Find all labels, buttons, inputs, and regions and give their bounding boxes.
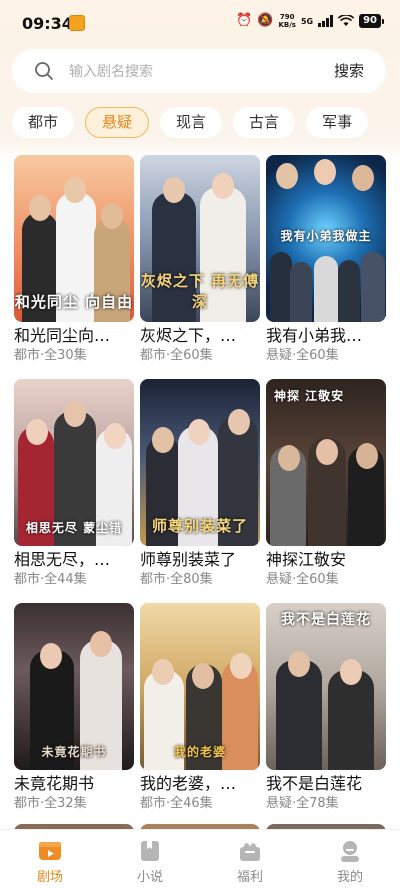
drama-card[interactable]: 我的老婆 我的老婆，… 都市·全46集 bbox=[140, 603, 260, 813]
tab-xuanyi[interactable]: 悬疑 bbox=[85, 107, 150, 138]
tab-junshi[interactable]: 军事 bbox=[306, 107, 369, 138]
nav-label: 我的 bbox=[336, 870, 363, 885]
mute-icon: 🔕 bbox=[257, 13, 274, 28]
drama-poster[interactable]: 神探 江敬安 bbox=[266, 379, 386, 546]
theater-icon bbox=[39, 842, 61, 860]
search-button[interactable]: 搜索 bbox=[334, 49, 364, 93]
status-time: 09:34 bbox=[22, 14, 73, 33]
alarm-icon: ⏰ bbox=[236, 13, 253, 28]
poster-title: 师尊别装菜了 bbox=[151, 517, 248, 535]
drama-card[interactable]: 我有小弟我做主 我有小弟我… 悬疑·全60集 bbox=[266, 155, 386, 365]
wifi-icon bbox=[338, 15, 355, 26]
nav-label: 福利 bbox=[236, 870, 263, 885]
network-type: 5G bbox=[300, 16, 314, 26]
nav-label: 小说 bbox=[136, 870, 163, 885]
drama-title: 我不是白莲花 bbox=[266, 774, 363, 793]
status-bar: 09:34 ⏰ 🔕 790 KB/s 5G 90 bbox=[0, 0, 400, 44]
drama-meta: 都市·全30集 bbox=[14, 348, 87, 363]
drama-meta: 悬疑·全60集 bbox=[266, 572, 339, 587]
search-bar[interactable]: 搜索 bbox=[12, 49, 386, 95]
drama-title: 神探江敬安 bbox=[266, 550, 347, 569]
drama-title: 未竟花期书 bbox=[14, 774, 95, 793]
drama-poster[interactable]: 未竟花期书 bbox=[14, 603, 134, 770]
drama-card[interactable]: 神探 江敬安 神探江敬安 悬疑·全60集 bbox=[266, 379, 386, 589]
poster-title: 灰烬之下 再无傅深 bbox=[140, 272, 260, 311]
drama-card[interactable]: 师尊别装菜了 师尊别装菜了 都市·全80集 bbox=[140, 379, 260, 589]
tab-dushi[interactable]: 都市 bbox=[12, 107, 75, 138]
nav-item-theater[interactable]: 剧场 bbox=[0, 830, 100, 889]
tab-xianyan[interactable]: 现言 bbox=[160, 107, 223, 138]
poster-title: 神探 江敬安 bbox=[274, 389, 345, 403]
signal-icon bbox=[318, 15, 334, 27]
nav-item-profile[interactable]: 我的 bbox=[300, 830, 400, 889]
poster-title: 我不是白莲花 bbox=[281, 612, 371, 628]
tab-guyan[interactable]: 古言 bbox=[233, 107, 296, 138]
drama-poster[interactable]: 相思无尽 蒙尘错 bbox=[14, 379, 134, 546]
poster-title: 我的老婆 bbox=[173, 745, 226, 759]
drama-card[interactable]: 我不是白莲花 我不是白莲花 悬疑·全78集 bbox=[266, 603, 386, 813]
drama-title: 相思无尽，… bbox=[14, 550, 111, 569]
poster-title: 我有小弟我做主 bbox=[280, 229, 372, 243]
drama-title: 师尊别装菜了 bbox=[140, 550, 237, 569]
nav-item-welfare[interactable]: 福利 bbox=[200, 830, 300, 889]
net-speed: 790 KB/s bbox=[278, 13, 296, 29]
drama-title: 和光同尘向… bbox=[14, 326, 111, 345]
poster-title: 和光同尘 向自由 bbox=[14, 293, 134, 311]
drama-meta: 都市·全46集 bbox=[140, 796, 213, 811]
poster-title: 未竟花期书 bbox=[41, 745, 107, 759]
drama-poster[interactable]: 师尊别装菜了 bbox=[140, 379, 260, 546]
gift-icon bbox=[240, 843, 260, 861]
nav-item-novel[interactable]: 小说 bbox=[100, 830, 200, 889]
search-icon bbox=[35, 62, 53, 80]
battery-icon: 90 bbox=[359, 14, 384, 28]
drama-card[interactable]: 未竟花期书 未竟花期书 都市·全32集 bbox=[14, 603, 134, 813]
drama-title: 灰烬之下，… bbox=[140, 326, 237, 345]
drama-title: 我的老婆，… bbox=[140, 774, 237, 793]
search-input[interactable] bbox=[67, 49, 321, 95]
drama-poster[interactable]: 和光同尘 向自由 bbox=[14, 155, 134, 322]
drama-poster[interactable]: 我不是白莲花 bbox=[266, 603, 386, 770]
drama-poster[interactable]: 我的老婆 bbox=[140, 603, 260, 770]
poster-title: 相思无尽 蒙尘错 bbox=[25, 521, 123, 535]
app-notification-icon bbox=[69, 15, 85, 31]
drama-meta: 悬疑·全60集 bbox=[266, 348, 339, 363]
category-tabs: 都市 悬疑 现言 古言 军事 bbox=[12, 107, 369, 138]
book-icon bbox=[141, 841, 159, 861]
drama-card[interactable]: 相思无尽 蒙尘错 相思无尽，… 都市·全44集 bbox=[14, 379, 134, 589]
drama-title: 我有小弟我… bbox=[266, 326, 363, 345]
profile-icon bbox=[341, 841, 359, 862]
drama-meta: 悬疑·全78集 bbox=[266, 796, 339, 811]
drama-poster[interactable]: 灰烬之下 再无傅深 bbox=[140, 155, 260, 322]
drama-card[interactable]: 和光同尘 向自由 和光同尘向… 都市·全30集 bbox=[14, 155, 134, 365]
drama-meta: 都市·全32集 bbox=[14, 796, 87, 811]
drama-poster[interactable]: 我有小弟我做主 bbox=[266, 155, 386, 322]
bottom-nav: 剧场 小说 福利 我的 bbox=[0, 829, 400, 889]
drama-card[interactable]: 灰烬之下 再无傅深 灰烬之下，… 都市·全60集 bbox=[140, 155, 260, 365]
nav-label: 剧场 bbox=[36, 870, 63, 885]
drama-meta: 都市·全44集 bbox=[14, 572, 87, 587]
drama-meta: 都市·全80集 bbox=[140, 572, 213, 587]
drama-meta: 都市·全60集 bbox=[140, 348, 213, 363]
